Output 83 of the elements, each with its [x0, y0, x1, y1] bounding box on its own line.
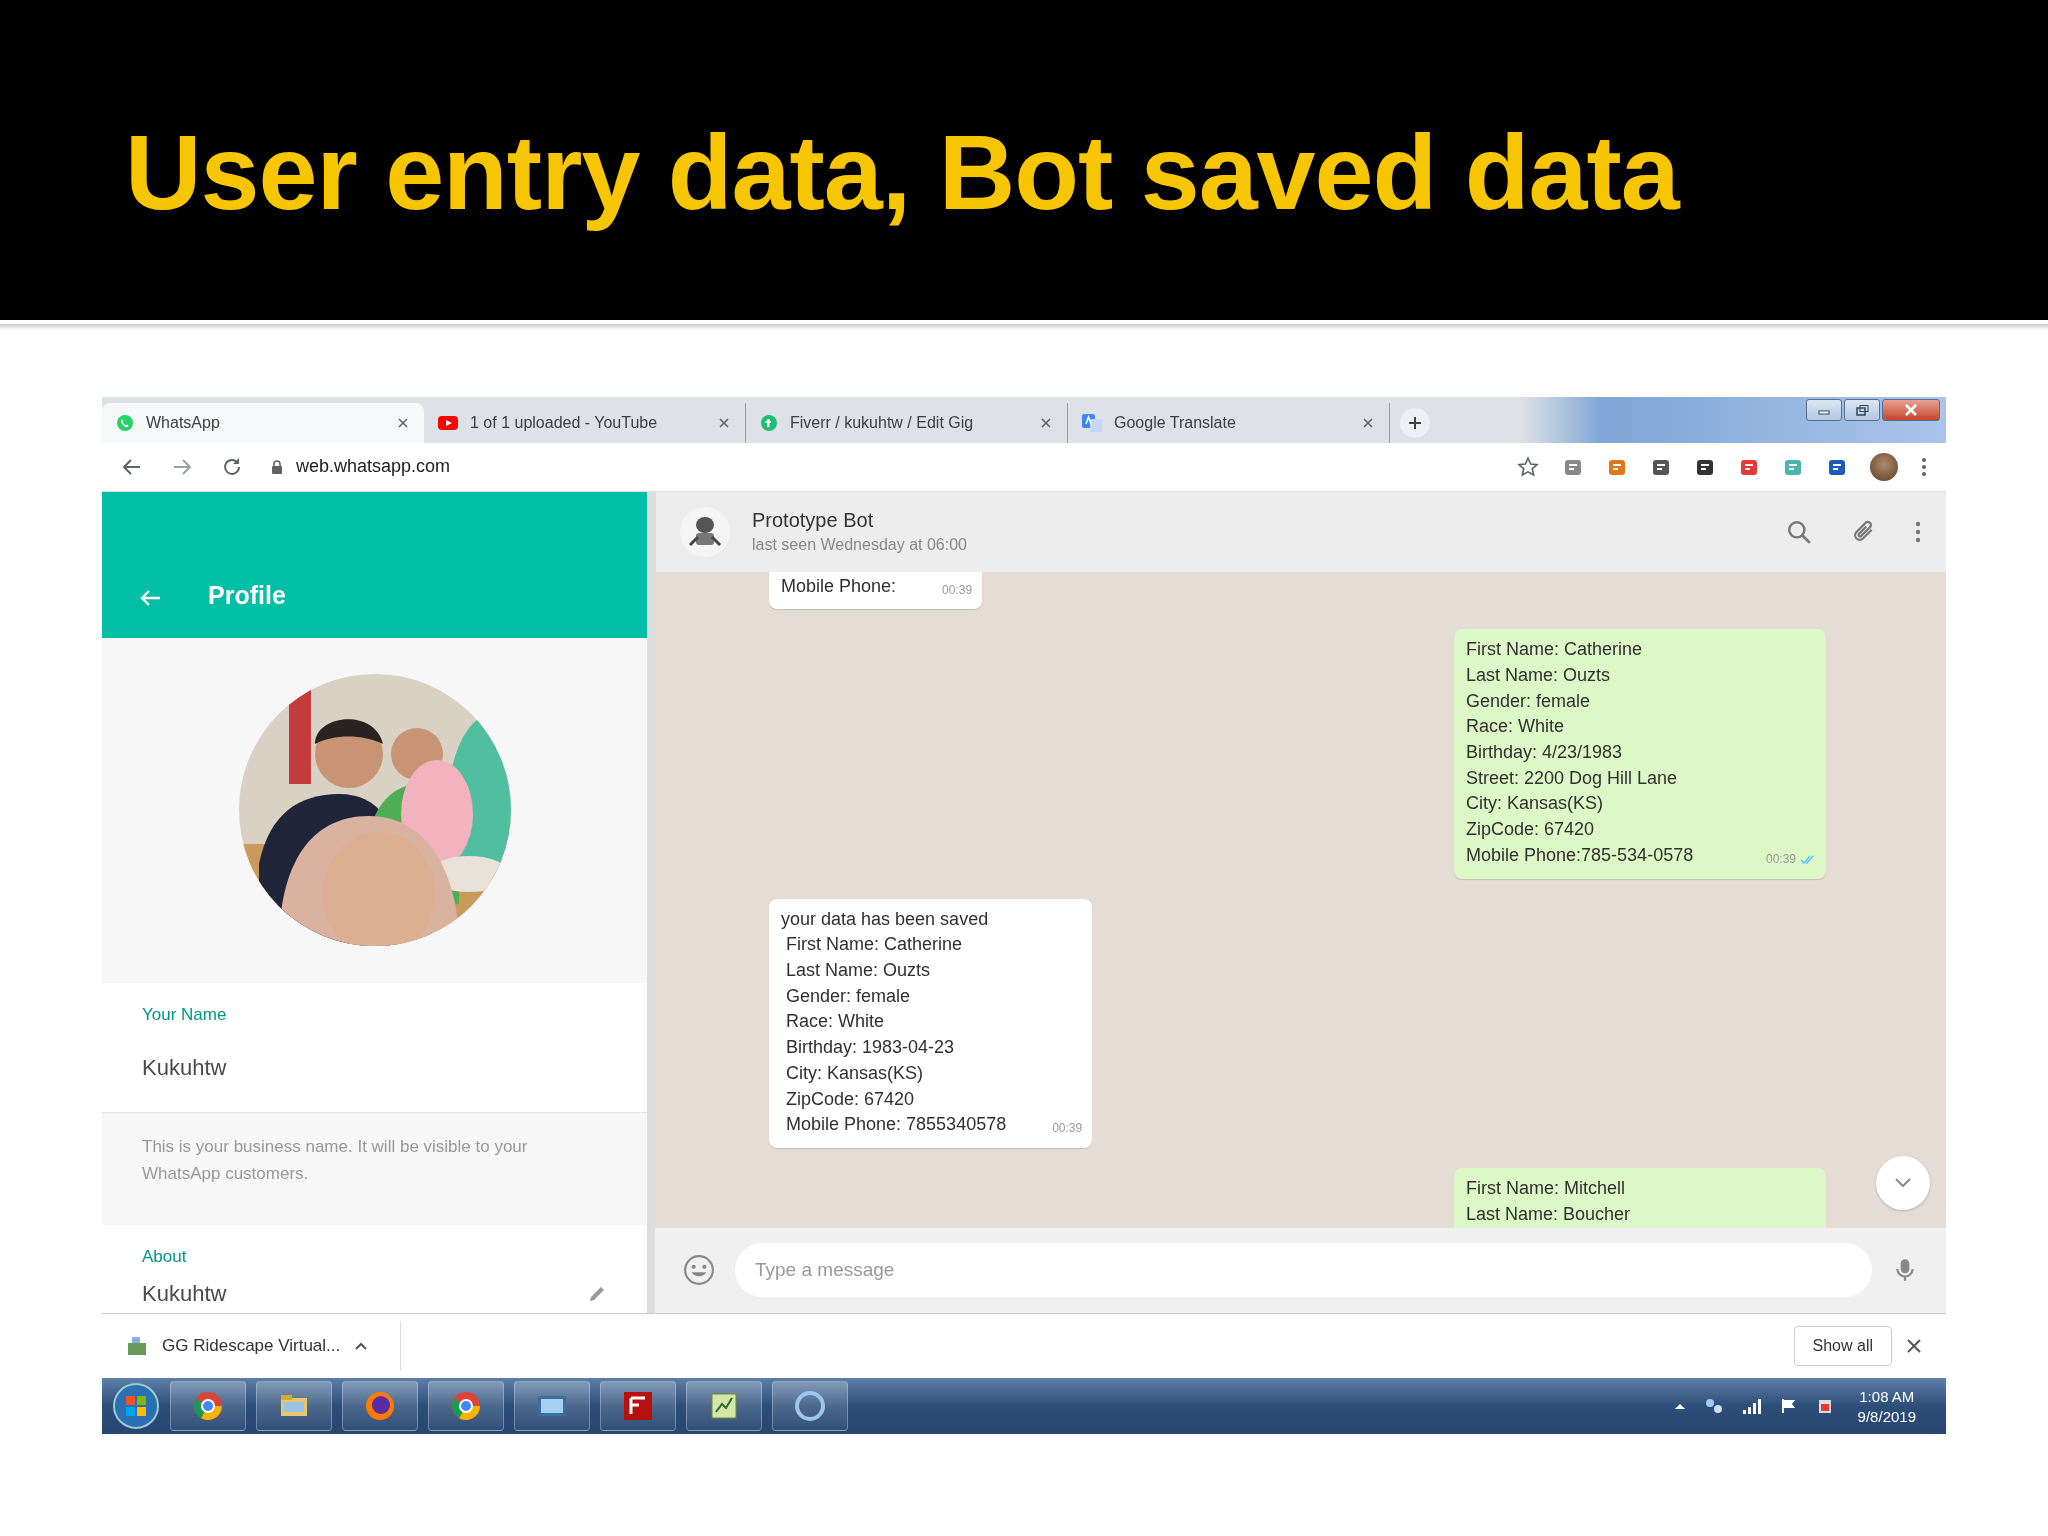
message-line: Last Name: Ouzts	[785, 959, 932, 982]
close-icon[interactable]	[1906, 1337, 1922, 1354]
message-line: Street: 2200 Dog Hill Lane	[1466, 766, 1679, 790]
message-line: Race: White	[785, 1010, 886, 1034]
message-line: City: Kansas(KS)	[785, 1061, 925, 1085]
download-item[interactable]: GG Ridescape Virtual...	[162, 1335, 341, 1356]
profile-avatar[interactable]	[1870, 452, 1898, 481]
search-icon[interactable]	[1786, 518, 1812, 545]
browser-icon	[192, 1390, 224, 1423]
message-line: ZipCode: 67420	[1466, 818, 1596, 842]
last-seen-text: last seen Wednesday at 06:00	[752, 536, 968, 555]
clock-time: 1:08 AM	[1859, 1387, 1915, 1405]
lock-icon	[270, 458, 284, 475]
slide-title: User entry data, Bot saved data	[125, 111, 1679, 233]
more-icon[interactable]	[1920, 456, 1928, 477]
phone-bubble-icon	[116, 413, 134, 432]
close-icon[interactable]	[1039, 415, 1053, 430]
name-value[interactable]: Kukuhtw	[142, 1054, 607, 1081]
message-time: 00:39	[1052, 1120, 1083, 1138]
browser-tab[interactable]: WhatsApp	[102, 402, 424, 443]
star-icon[interactable]	[1516, 454, 1540, 479]
plus-icon	[1407, 414, 1423, 431]
message-line: Last Name: Boucher	[1466, 1202, 1632, 1226]
message-line: First Name: Mitchell	[1466, 1176, 1627, 1200]
taskbar-button[interactable]	[428, 1381, 504, 1432]
close-icon[interactable]	[396, 415, 410, 430]
taskbar-button[interactable]	[772, 1381, 848, 1432]
taskbar-button[interactable]	[686, 1381, 762, 1432]
message-line: City: Kansas(KS)	[1466, 792, 1605, 816]
show-all-button[interactable]: Show all	[1793, 1325, 1892, 1366]
close-icon[interactable]	[717, 415, 731, 430]
message-line: ZipCode: 67420	[785, 1087, 916, 1111]
new-tab-button[interactable]	[1400, 407, 1430, 438]
fox-icon	[364, 1390, 396, 1423]
maximize-button[interactable]	[1844, 399, 1880, 421]
message-line: Birthday: 1983-04-23	[785, 1036, 956, 1060]
taskbar-button[interactable]	[342, 1381, 418, 1432]
contact-name: Prototype Bot	[752, 509, 875, 533]
message-line: Mobile Phone:785-534-0578	[1466, 843, 1695, 867]
panel-title: Profile	[208, 580, 286, 610]
message-line: Mobile Phone: 7855340578	[785, 1113, 1007, 1137]
translate-icon	[1082, 413, 1102, 432]
taskbar-button[interactable]	[514, 1381, 590, 1432]
clock-date: 9/8/2019	[1857, 1407, 1916, 1425]
smiley-icon[interactable]	[683, 1254, 715, 1287]
message-line: Last Name: Ouzts	[1466, 663, 1612, 687]
installer-icon	[126, 1334, 148, 1357]
play-button-icon	[438, 414, 458, 431]
minimize-button[interactable]	[1806, 399, 1842, 421]
square-icon	[622, 1390, 654, 1423]
restore-icon	[1855, 404, 1869, 416]
message-time: 00:39	[1765, 850, 1796, 868]
message-line: Gender: female	[785, 984, 912, 1008]
close-icon	[1904, 403, 1918, 417]
message-line: Mobile Phone:	[781, 574, 897, 598]
taskbar-button[interactable]	[256, 1381, 332, 1432]
taskbar-button[interactable]	[170, 1381, 246, 1432]
message-line: First Name: Catherine	[1466, 638, 1644, 662]
message-line: Race: White	[1466, 715, 1566, 739]
flag-icon[interactable]	[1779, 1397, 1798, 1416]
more-icon[interactable]	[1914, 520, 1922, 543]
system-clock[interactable]: 1:08 AM 9/8/2019	[1857, 1387, 1916, 1425]
message-line: Gender: female	[1466, 689, 1592, 713]
ring-icon	[794, 1390, 826, 1423]
caret-icon[interactable]	[1673, 1401, 1686, 1412]
hint-text: This is your business name. It will be visible to your WhatsApp customers.	[102, 1111, 647, 1225]
start-button[interactable]	[112, 1382, 160, 1431]
about-value[interactable]: Kukuhtw	[142, 1280, 227, 1307]
bot-avatar[interactable]	[680, 506, 730, 557]
close-button[interactable]	[1882, 399, 1940, 421]
address-bar[interactable]: web.whatsapp.com	[296, 456, 451, 478]
taskbar-button[interactable]	[600, 1381, 676, 1432]
message-line: First Name: Catherine	[785, 933, 964, 957]
field-label: Your Name	[142, 1004, 228, 1025]
message-line: your data has been saved	[781, 907, 990, 931]
field-label: About	[142, 1246, 188, 1267]
close-icon[interactable]	[1361, 415, 1375, 430]
browser-icon	[450, 1390, 482, 1423]
message-time: 00:39	[942, 581, 973, 599]
signal-icon[interactable]	[1741, 1397, 1762, 1415]
message-input[interactable]: Type a message	[735, 1243, 1872, 1298]
network-icon[interactable]	[1703, 1397, 1724, 1416]
message-line: Birthday: 4/23/1983	[1466, 741, 1624, 765]
